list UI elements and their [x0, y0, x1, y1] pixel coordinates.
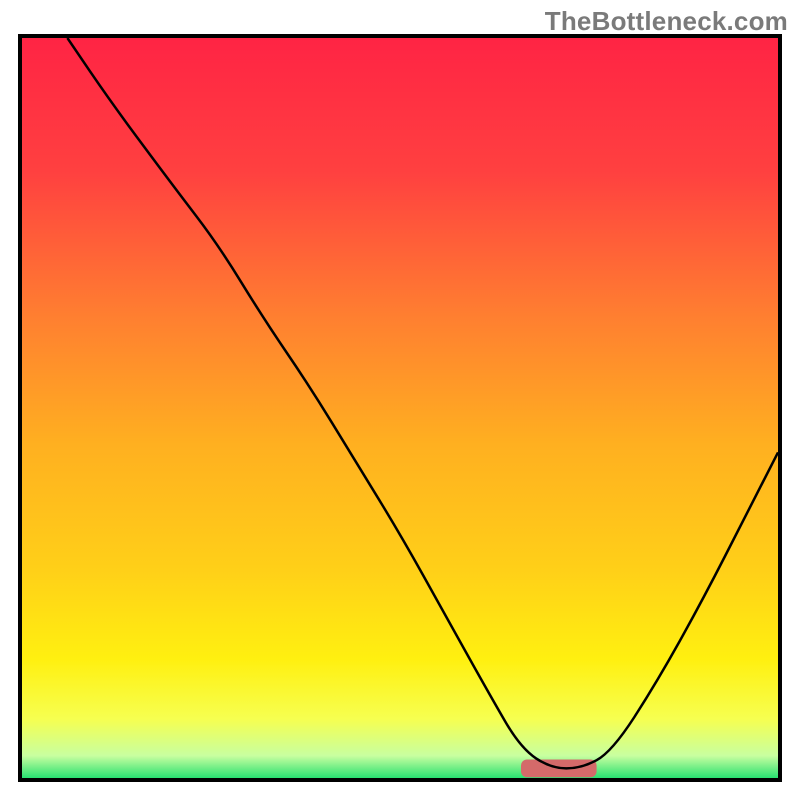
chart-container: TheBottleneck.com	[0, 0, 800, 800]
plot-frame	[18, 34, 782, 782]
chart-svg	[22, 38, 778, 778]
watermark-text: TheBottleneck.com	[545, 6, 788, 37]
